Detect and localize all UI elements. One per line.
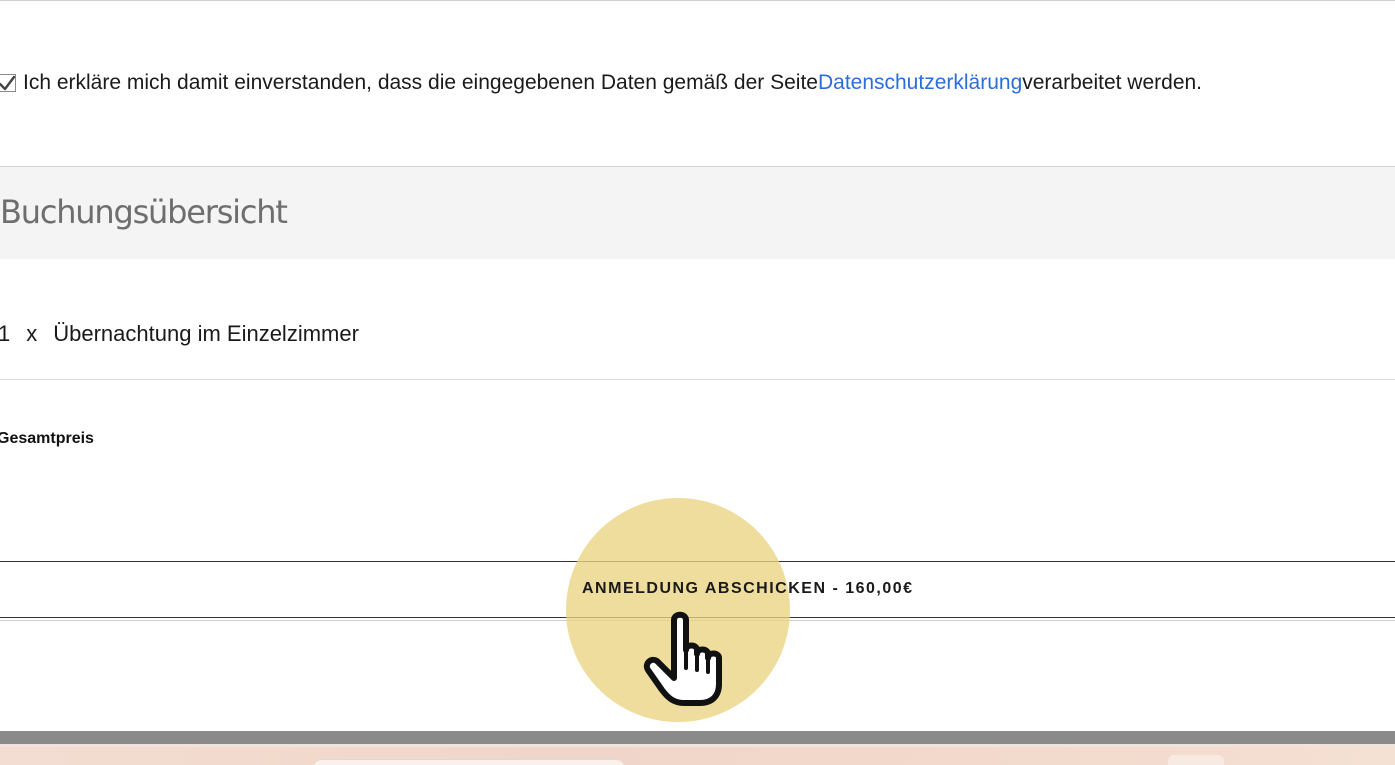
window-bottom-bar: [0, 731, 1395, 744]
consent-text-before: Ich erkläre mich damit einverstanden, da…: [23, 71, 818, 94]
booking-item-row: 1 x Übernachtung im Einzelzimmer: [0, 318, 359, 350]
privacy-consent-row: Ich erkläre mich damit einverstanden, da…: [0, 68, 1395, 98]
booking-overview-title: Buchungsübersicht: [0, 193, 288, 231]
taskbar-search-pill[interactable]: [312, 759, 626, 765]
top-divider: [0, 0, 1395, 1]
privacy-consent-checkbox[interactable]: [0, 74, 16, 92]
booking-page: Ich erkläre mich damit einverstanden, da…: [0, 0, 1395, 765]
item-name: Übernachtung im Einzelzimmer: [53, 321, 359, 346]
total-price-label: Gesamtpreis: [0, 430, 94, 447]
item-divider: [0, 379, 1395, 380]
consent-text-after: verarbeitet werden.: [1022, 71, 1203, 94]
submit-registration-button[interactable]: [0, 561, 1395, 618]
booking-overview-header: Buchungsübersicht: [0, 166, 1395, 259]
taskbar: [0, 744, 1395, 765]
taskbar-button[interactable]: [1168, 755, 1224, 765]
submit-underline: [0, 620, 1395, 621]
checkmark-icon: [0, 75, 16, 91]
item-quantity: 1: [0, 321, 11, 346]
item-separator: x: [26, 321, 38, 346]
privacy-policy-link[interactable]: Datenschutzerklärung: [818, 71, 1022, 95]
